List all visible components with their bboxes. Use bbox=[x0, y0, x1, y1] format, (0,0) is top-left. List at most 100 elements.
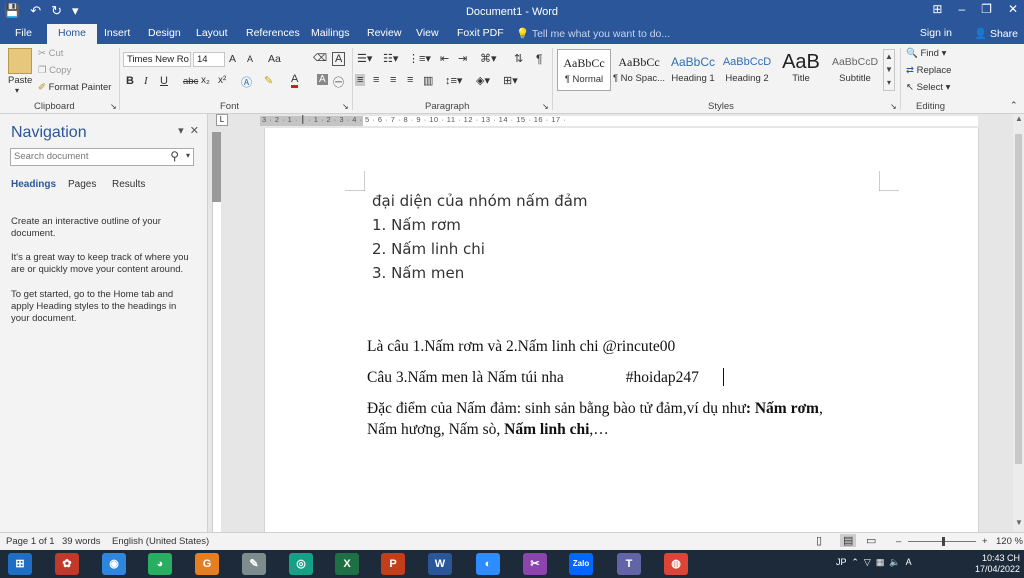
taskbar-zoom-icon[interactable]: ◐ bbox=[476, 553, 500, 575]
search-options-icon[interactable]: ▾ bbox=[186, 151, 190, 160]
italic-button[interactable]: I bbox=[144, 75, 148, 87]
taskbar-start-icon[interactable]: ⊞ bbox=[8, 553, 32, 575]
font-launcher-icon[interactable]: ↘ bbox=[342, 102, 349, 111]
close-icon[interactable]: ✕ bbox=[1008, 2, 1018, 16]
text-style-icon[interactable]: A bbox=[332, 52, 346, 66]
tab-layout[interactable]: Layout bbox=[196, 27, 228, 39]
tab-view[interactable]: View bbox=[416, 27, 439, 39]
volume-icon[interactable]: 🔈 bbox=[887, 557, 900, 567]
taskbar-powerpoint-icon[interactable]: P bbox=[381, 553, 405, 575]
subscript-button[interactable]: x₂ bbox=[201, 75, 210, 86]
font-color-icon[interactable]: A bbox=[291, 73, 299, 88]
enclose-characters-icon[interactable]: ㊀ bbox=[333, 74, 344, 90]
style-normal[interactable]: AaBbCc ¶ Normal bbox=[557, 49, 611, 91]
nav-tab-results[interactable]: Results bbox=[112, 179, 145, 190]
align-right-icon[interactable]: ≡ bbox=[390, 74, 396, 86]
language-indicator[interactable]: English (United States) bbox=[112, 536, 209, 547]
web-layout-icon[interactable]: ▭ bbox=[866, 534, 876, 547]
find-button[interactable]: 🔍 Find ▾ bbox=[906, 48, 946, 59]
style-title[interactable]: AaB Title bbox=[774, 49, 828, 91]
line-spacing-icon[interactable]: ↕≡▾ bbox=[445, 74, 462, 87]
font-size-select[interactable]: 14 bbox=[193, 52, 225, 67]
tab-foxit-pdf[interactable]: Foxit PDF bbox=[457, 27, 504, 39]
zoom-level[interactable]: 120 % bbox=[996, 536, 1023, 547]
bullets-icon[interactable]: ☰▾ bbox=[357, 52, 372, 65]
input-language[interactable]: JP bbox=[836, 557, 846, 567]
ribbon-display-options-icon[interactable]: ⊞ bbox=[932, 2, 942, 16]
collapse-ribbon-icon[interactable]: ⌃ bbox=[1010, 100, 1018, 111]
minimize-icon[interactable]: – bbox=[958, 2, 965, 16]
text-effects-icon[interactable]: Ⓐ bbox=[241, 74, 252, 90]
tab-mailings[interactable]: Mailings bbox=[311, 27, 350, 39]
paste-dropdown-icon[interactable]: ▾ bbox=[15, 86, 19, 95]
zoom-out-icon[interactable]: – bbox=[896, 536, 901, 547]
tab-selector[interactable]: L bbox=[216, 114, 228, 126]
taskbar-app-owl-icon[interactable]: ◉ bbox=[102, 553, 126, 575]
network-icon[interactable]: ▦ bbox=[873, 557, 885, 567]
select-button[interactable]: ↖ Select ▾ bbox=[906, 82, 950, 93]
format-painter-button[interactable]: ✐ Format Painter bbox=[38, 82, 111, 93]
change-case-button[interactable]: Aa bbox=[268, 53, 281, 65]
nav-tab-pages[interactable]: Pages bbox=[68, 179, 96, 190]
taskbar-cam-icon[interactable]: ◎ bbox=[289, 553, 313, 575]
read-mode-icon[interactable]: ▯ bbox=[816, 534, 822, 547]
share-button[interactable]: 👤 Share bbox=[974, 27, 1018, 40]
align-center-icon[interactable]: ≡ bbox=[373, 74, 379, 86]
taskbar-chrome-alt-icon[interactable]: ◕ bbox=[148, 553, 172, 575]
zoom-in-icon[interactable]: + bbox=[982, 536, 988, 547]
vertical-scrollbar[interactable]: ▲ ▼ bbox=[1013, 114, 1024, 532]
multilevel-list-icon[interactable]: ⋮≡▾ bbox=[408, 52, 431, 65]
tab-home[interactable]: Home bbox=[47, 24, 98, 44]
taskbar-snip-icon[interactable]: ✂ bbox=[523, 553, 547, 575]
paste-icon[interactable] bbox=[8, 48, 32, 74]
sign-in-link[interactable]: Sign in bbox=[920, 27, 952, 39]
search-document-input[interactable]: Search document ⚲ ▾ bbox=[10, 148, 194, 166]
increase-indent-icon[interactable]: ⇥ bbox=[458, 52, 467, 65]
tray-icon[interactable]: ▽ bbox=[864, 557, 871, 567]
replace-button[interactable]: ⇄ Replace bbox=[906, 65, 951, 76]
tab-insert[interactable]: Insert bbox=[104, 27, 130, 39]
highlight-icon[interactable]: ✎ bbox=[264, 74, 273, 87]
shading-icon[interactable]: ◈▾ bbox=[476, 74, 490, 87]
scroll-thumb[interactable] bbox=[1015, 134, 1022, 464]
styles-gallery-scroll[interactable]: ▲ ▼ ▾ bbox=[883, 49, 895, 91]
style-subtitle[interactable]: AaBbCcD Subtitle bbox=[828, 49, 882, 91]
underline-button[interactable]: U bbox=[160, 75, 168, 87]
document-page[interactable]: đại diện của nhóm nấm đảm 1. Nấm rơm 2. … bbox=[264, 128, 979, 532]
style-heading-1[interactable]: AaBbCc Heading 1 bbox=[666, 49, 720, 91]
cut-button[interactable]: ✂ Cut bbox=[38, 48, 63, 59]
styles-launcher-icon[interactable]: ↘ bbox=[890, 102, 897, 111]
print-layout-icon[interactable]: ▤ bbox=[840, 534, 857, 547]
font-family-select[interactable]: Times New Ro bbox=[123, 52, 191, 67]
tab-design[interactable]: Design bbox=[148, 27, 181, 39]
clear-formatting-icon[interactable]: ⌫ bbox=[313, 53, 327, 64]
style-heading-2[interactable]: AaBbCcD Heading 2 bbox=[720, 49, 774, 91]
taskbar-foxit-icon[interactable]: G bbox=[195, 553, 219, 575]
distributed-icon[interactable]: ▥ bbox=[423, 74, 433, 87]
zoom-slider-thumb[interactable] bbox=[942, 537, 945, 546]
numbering-icon[interactable]: ☷▾ bbox=[383, 52, 398, 65]
tab-file[interactable]: File bbox=[15, 27, 32, 39]
grow-font-button[interactable]: A bbox=[229, 53, 236, 65]
strikethrough-button[interactable]: abc bbox=[183, 76, 198, 87]
taskbar-app-lotus-icon[interactable]: ✿ bbox=[55, 553, 79, 575]
ime-icon[interactable]: A bbox=[903, 557, 912, 567]
align-left-icon[interactable]: ≡ bbox=[355, 74, 366, 86]
character-shading-icon[interactable]: A bbox=[317, 74, 328, 85]
tab-review[interactable]: Review bbox=[367, 27, 401, 39]
paragraph-launcher-icon[interactable]: ↘ bbox=[542, 102, 549, 111]
pane-options-icon[interactable]: ▾ bbox=[178, 125, 184, 137]
show-hide-marks-icon[interactable]: ¶ bbox=[536, 52, 542, 66]
scroll-up-icon[interactable]: ▲ bbox=[1015, 114, 1023, 123]
shrink-font-button[interactable]: A bbox=[247, 54, 253, 64]
decrease-indent-icon[interactable]: ⇤ bbox=[440, 52, 449, 65]
borders-icon[interactable]: ⊞▾ bbox=[503, 74, 518, 87]
clock[interactable]: 10:43 CH 17/04/2022 bbox=[975, 553, 1020, 575]
maximize-icon[interactable]: ❐ bbox=[981, 2, 992, 16]
page-count[interactable]: Page 1 of 1 bbox=[6, 536, 55, 547]
nav-tab-headings[interactable]: Headings bbox=[11, 179, 56, 190]
scroll-down-icon[interactable]: ▼ bbox=[1015, 518, 1023, 527]
taskbar-teams-icon[interactable]: T bbox=[617, 553, 641, 575]
style-no-spacing[interactable]: AaBbCc ¶ No Spac... bbox=[612, 49, 666, 91]
sort-icon[interactable]: ⇅ bbox=[514, 52, 523, 65]
